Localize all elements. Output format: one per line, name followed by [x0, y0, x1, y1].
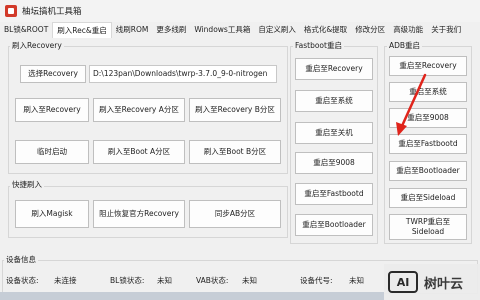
app-logo-icon	[5, 5, 17, 17]
adb-reboot-recovery-button[interactable]: 重启至Recovery	[389, 56, 467, 76]
watermark-logo-icon: AI	[388, 271, 418, 293]
vab-status-label: VAB状态:	[196, 276, 229, 285]
fastboot-reboot-bootloader-button[interactable]: 重启至Bootloader	[295, 214, 373, 236]
menu-about[interactable]: 关于我们	[427, 22, 465, 38]
fastboot-reboot-system-button[interactable]: 重启至系统	[295, 90, 373, 112]
device-status-value: 未连接	[54, 276, 77, 285]
bl-status-label: BL锁状态:	[110, 276, 145, 285]
flash-recovery-button[interactable]: 刷入至Recovery	[15, 98, 89, 122]
fastboot-group-label: Fastboot重启	[293, 40, 344, 51]
fastboot-reboot-9008-button[interactable]: 重启至9008	[295, 152, 373, 174]
watermark: AI 树叶云	[384, 264, 480, 300]
prevent-official-recovery-button[interactable]: 阻止恢复官方Recovery	[93, 200, 185, 228]
menu-modify-partition[interactable]: 修改分区	[351, 22, 389, 38]
title-bar: 柚坛搞机工具箱	[0, 0, 480, 22]
menu-more-flash[interactable]: 更多线刷	[152, 22, 190, 38]
vab-status-value: 未知	[242, 276, 257, 285]
adb-reboot-system-button[interactable]: 重启至系统	[389, 82, 467, 102]
menu-custom-flash[interactable]: 自定义刷入	[254, 22, 300, 38]
flash-boot-a-button[interactable]: 刷入至Boot A分区	[93, 140, 185, 164]
quick-flash-group-label: 快捷刷入	[10, 179, 44, 190]
flash-magisk-button[interactable]: 刷入Magisk	[15, 200, 89, 228]
select-recovery-button[interactable]: 选择Recovery	[20, 65, 86, 83]
watermark-text: 树叶云	[424, 276, 464, 292]
menu-flash-rec-reboot[interactable]: 刷入Rec&重启	[52, 22, 112, 38]
window-title: 柚坛搞机工具箱	[22, 7, 82, 17]
menu-bl-root[interactable]: BL锁&ROOT	[0, 22, 52, 38]
flash-boot-b-button[interactable]: 刷入至Boot B分区	[189, 140, 281, 164]
taskbar	[0, 292, 384, 300]
device-code-label: 设备代号:	[300, 276, 333, 285]
adb-reboot-sideload-button[interactable]: 重启至Sideload	[389, 188, 467, 208]
device-code-value: 未知	[349, 276, 364, 285]
menu-flash-rom[interactable]: 线刷ROM	[112, 22, 153, 38]
adb-group-label: ADB重启	[387, 40, 423, 51]
adb-reboot-fastbootd-button[interactable]: 重启至Fastbootd	[389, 134, 467, 154]
adb-reboot-9008-button[interactable]: 重启至9008	[389, 108, 467, 128]
recovery-path-field[interactable]: D:\123pan\Downloads\twrp-3.7.0_9-0-nitro…	[89, 65, 277, 83]
device-info-label: 设备信息	[4, 254, 38, 265]
fastboot-reboot-fastbootd-button[interactable]: 重启至Fastbootd	[295, 183, 373, 205]
menu-format-extract[interactable]: 格式化&提取	[300, 22, 351, 38]
main-content: 刷入Recovery 选择Recovery D:\123pan\Download…	[0, 38, 480, 300]
menu-advanced[interactable]: 高级功能	[389, 22, 427, 38]
adb-reboot-bootloader-button[interactable]: 重启至Bootloader	[389, 161, 467, 181]
flash-recovery-b-button[interactable]: 刷入至Recovery B分区	[189, 98, 281, 122]
twrp-reboot-sideload-button[interactable]: TWRP重启至 Sideload	[389, 214, 467, 240]
device-status-label: 设备状态:	[6, 276, 39, 285]
menu-windows-tools[interactable]: Windows工具箱	[190, 22, 254, 38]
flash-recovery-a-button[interactable]: 刷入至Recovery A分区	[93, 98, 185, 122]
fastboot-reboot-poweroff-button[interactable]: 重启至关机	[295, 122, 373, 144]
menu-bar: BL锁&ROOT 刷入Rec&重启 线刷ROM 更多线刷 Windows工具箱 …	[0, 22, 480, 38]
bl-status-value: 未知	[157, 276, 172, 285]
recovery-group-label: 刷入Recovery	[10, 40, 64, 51]
fastboot-reboot-recovery-button[interactable]: 重启至Recovery	[295, 58, 373, 80]
temp-boot-button[interactable]: 临时启动	[15, 140, 89, 164]
sync-ab-button[interactable]: 同步AB分区	[189, 200, 281, 228]
